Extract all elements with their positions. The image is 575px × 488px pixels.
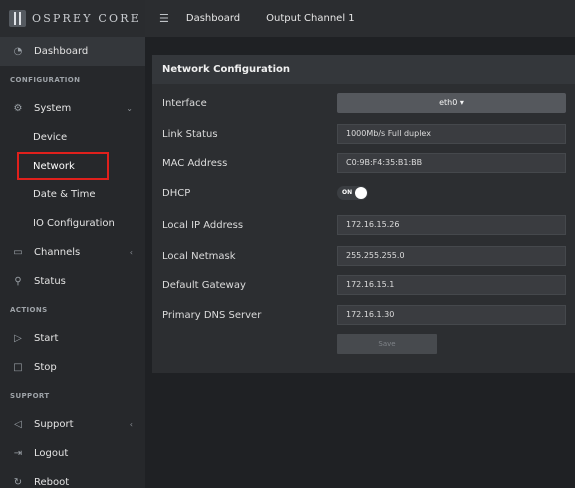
mac-address-label: MAC Address <box>162 158 228 169</box>
sidebar-item-label: IO Configuration <box>33 218 115 229</box>
sidebar-item-label: Dashboard <box>34 46 89 57</box>
sidebar-item-label: Date & Time <box>33 189 96 200</box>
osprey-logo-icon <box>9 10 26 27</box>
interface-dropdown[interactable]: eth0 ▾ <box>337 93 566 113</box>
dhcp-label: DHCP <box>162 188 191 199</box>
send-icon: ◁ <box>14 419 22 430</box>
logout-icon: ⇥ <box>13 448 23 459</box>
sidebar-item-network[interactable]: Network <box>17 152 109 180</box>
sidebar-item-logout[interactable]: ⇥ Logout <box>0 439 145 468</box>
sidebar-item-label: Stop <box>34 362 57 373</box>
panel-title: Network Configuration <box>152 55 575 84</box>
sidebar-item-label: Support <box>34 419 74 430</box>
row-interface: Interface eth0 ▾ <box>152 93 575 113</box>
dns-label: Primary DNS Server <box>162 310 262 321</box>
mac-address-field: C0:9B:F4:35:B1:BB <box>337 153 566 173</box>
sidebar-item-label: Device <box>33 132 68 143</box>
sidebar-item-label: System <box>34 103 72 114</box>
row-dhcp: DHCP ON <box>152 183 575 203</box>
sidebar-item-label: Channels <box>34 247 81 258</box>
sidebar-item-system[interactable]: ⚙ System ⌄ <box>0 94 145 123</box>
sidebar-item-label: Logout <box>34 448 69 459</box>
dashboard-gauge-icon: ◔ <box>13 46 23 57</box>
save-button[interactable]: Save <box>337 334 437 354</box>
sidebar-item-label: Reboot <box>34 477 70 488</box>
top-link-output-channel[interactable]: Output Channel 1 <box>266 13 355 24</box>
chevron-down-icon: ⌄ <box>126 104 133 113</box>
interface-label: Interface <box>162 98 207 109</box>
netmask-field[interactable]: 255.255.255.0 <box>337 246 566 266</box>
section-configuration: CONFIGURATION <box>10 76 81 84</box>
link-status-field: 1000Mb/s Full duplex <box>337 124 566 144</box>
gear-icon: ⚙ <box>13 103 23 114</box>
stop-icon: □ <box>13 362 23 373</box>
gateway-label: Default Gateway <box>162 280 246 291</box>
sidebar-item-support[interactable]: ◁ Support ‹ <box>0 410 145 439</box>
chevron-left-icon: ‹ <box>129 420 133 429</box>
sidebar-item-label: Start <box>34 333 59 344</box>
sidebar-item-reboot[interactable]: ↻ Reboot <box>0 468 145 488</box>
sidebar: OSPREY CORE ◔ Dashboard CONFIGURATION ⚙ … <box>0 0 145 488</box>
row-gateway: Default Gateway 172.16.15.1 <box>152 275 575 295</box>
row-dns: Primary DNS Server 172.16.1.30 <box>152 305 575 325</box>
brand-name: OSPREY CORE <box>32 12 141 25</box>
sidebar-item-device[interactable]: Device <box>0 123 145 152</box>
section-actions: ACTIONS <box>10 306 48 314</box>
row-local-ip: Local IP Address 172.16.15.26 <box>152 215 575 235</box>
reboot-icon: ↻ <box>13 477 23 488</box>
play-icon: ▷ <box>14 333 22 344</box>
sidebar-item-dashboard[interactable]: ◔ Dashboard <box>0 37 145 66</box>
section-support: SUPPORT <box>10 392 50 400</box>
sidebar-item-label: Status <box>34 276 66 287</box>
top-link-dashboard[interactable]: Dashboard <box>186 13 240 24</box>
gateway-field[interactable]: 172.16.15.1 <box>337 275 566 295</box>
sidebar-item-channels[interactable]: ▭ Channels ‹ <box>0 238 145 267</box>
network-configuration-panel: Network Configuration Interface eth0 ▾ L… <box>152 55 575 373</box>
dhcp-toggle[interactable]: ON <box>337 186 368 200</box>
channels-icon: ▭ <box>13 247 23 258</box>
search-icon: ⚲ <box>14 276 22 287</box>
sidebar-item-start[interactable]: ▷ Start <box>0 324 145 353</box>
local-ip-field[interactable]: 172.16.15.26 <box>337 215 566 235</box>
sidebar-item-label: Network <box>33 160 75 172</box>
dns-field[interactable]: 172.16.1.30 <box>337 305 566 325</box>
sidebar-item-io-configuration[interactable]: IO Configuration <box>0 209 145 238</box>
brand[interactable]: OSPREY CORE <box>0 0 145 37</box>
row-mac-address: MAC Address C0:9B:F4:35:B1:BB <box>152 153 575 173</box>
top-bar: ☰ Dashboard Output Channel 1 <box>145 0 575 37</box>
hamburger-menu-icon[interactable]: ☰ <box>159 12 169 25</box>
sidebar-item-date-time[interactable]: Date & Time <box>0 180 145 209</box>
netmask-label: Local Netmask <box>162 251 236 262</box>
link-status-label: Link Status <box>162 129 218 140</box>
toggle-knob <box>355 187 367 199</box>
local-ip-label: Local IP Address <box>162 220 244 231</box>
row-link-status: Link Status 1000Mb/s Full duplex <box>152 124 575 144</box>
sidebar-item-status[interactable]: ⚲ Status <box>0 267 145 296</box>
dhcp-toggle-text: ON <box>342 189 353 196</box>
row-netmask: Local Netmask 255.255.255.0 <box>152 246 575 266</box>
sidebar-item-stop[interactable]: □ Stop <box>0 353 145 382</box>
chevron-left-icon: ‹ <box>129 248 133 257</box>
